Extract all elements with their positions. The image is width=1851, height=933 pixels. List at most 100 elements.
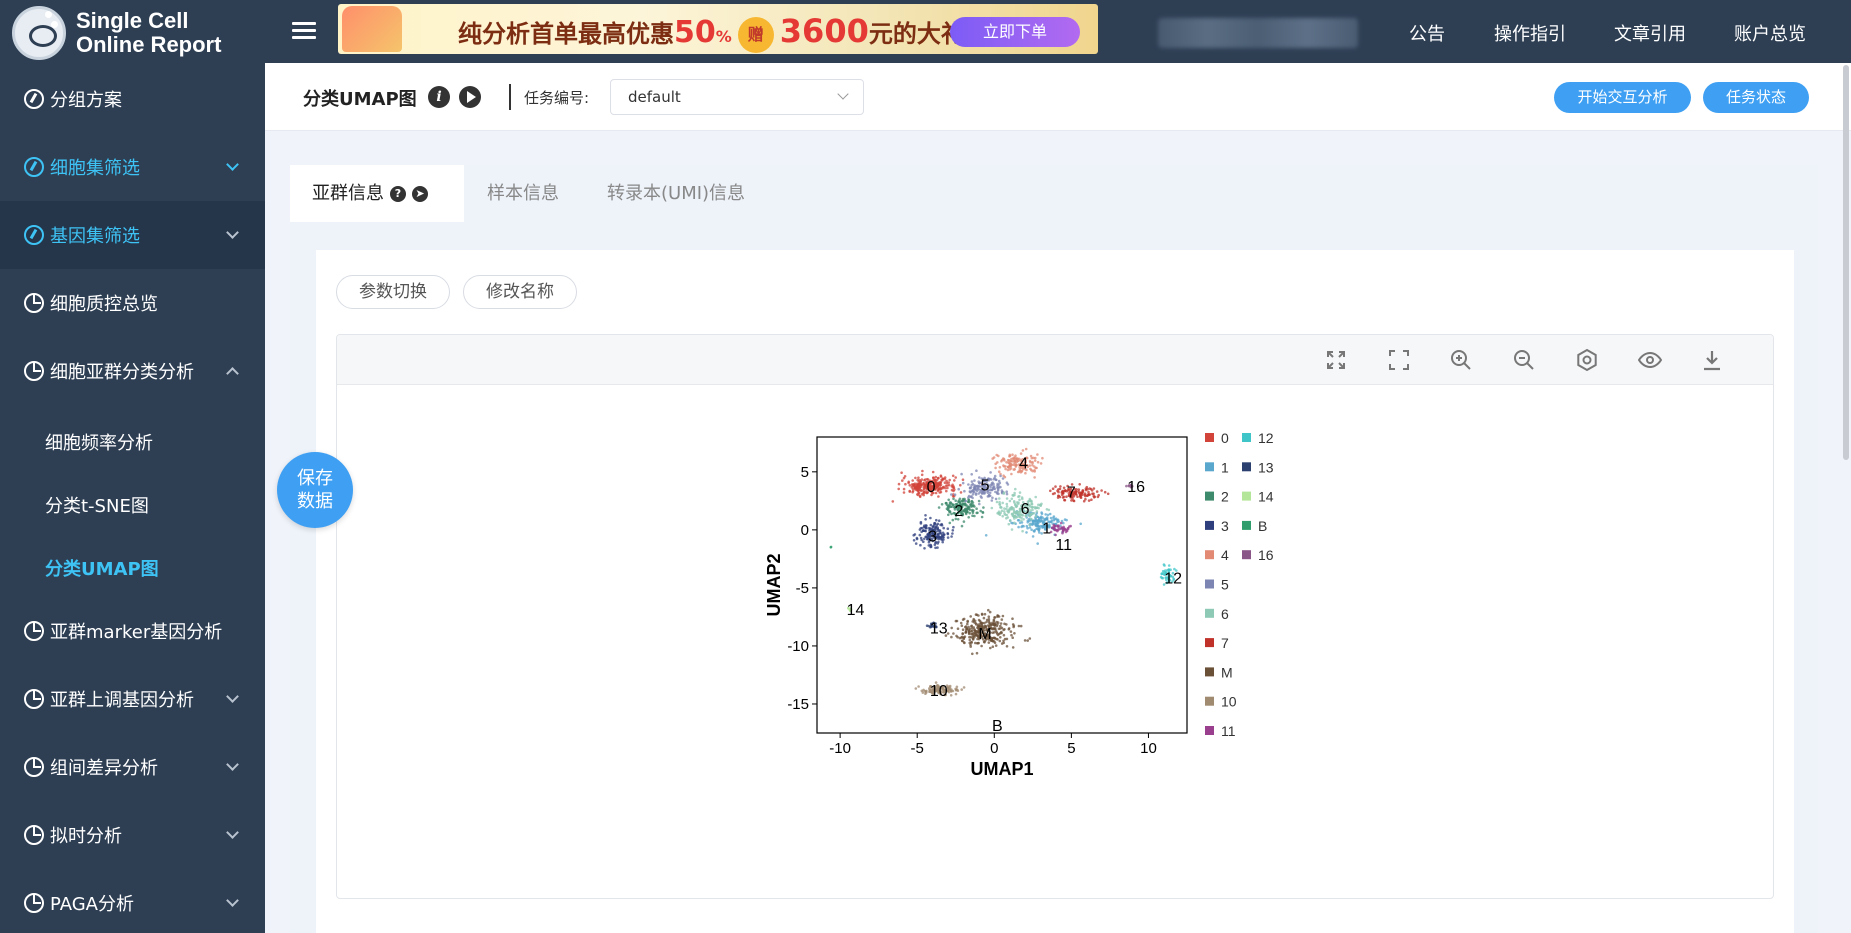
cluster-6-point <box>1009 519 1012 522</box>
eye-icon[interactable] <box>1638 348 1662 372</box>
cluster-12-point <box>1160 572 1164 575</box>
gift-icon: 赠 <box>737 17 774 53</box>
cluster-1-point <box>1020 525 1023 529</box>
cluster-6-point <box>1030 512 1033 516</box>
cluster-M-point <box>966 619 969 623</box>
nav-citation[interactable]: 文章引用 <box>1614 20 1686 46</box>
sidebar-item-label: 拟时分析 <box>50 826 122 847</box>
pointer-icon[interactable]: ➤ <box>412 186 428 202</box>
sidebar-subitem-umap[interactable]: 分类UMAP图 <box>45 555 159 581</box>
sidebar-item-paga[interactable]: PAGA分析 <box>0 869 265 933</box>
cluster-M-point <box>998 639 1002 643</box>
tab-umi-info[interactable]: 转录本(UMI)信息 <box>607 165 745 222</box>
cluster-2-point <box>972 509 975 512</box>
banner-amount: 3600 <box>779 12 869 50</box>
cluster-1-point <box>1036 527 1039 530</box>
nav-account[interactable]: 账户总览 <box>1734 20 1806 46</box>
cluster-5-point <box>999 485 1002 489</box>
cluster-3-point <box>924 518 927 521</box>
cluster-5-point <box>978 502 981 506</box>
cluster-M-point <box>1011 646 1015 649</box>
cluster-6-point <box>1015 510 1019 513</box>
cluster-2-point <box>950 505 954 508</box>
promo-banner[interactable]: 纯分析首单最高优惠50% 赠 3600元的大礼包! 立即下单 <box>338 4 1098 54</box>
cluster-M-point <box>969 615 972 618</box>
order-now-button[interactable]: 立即下单 <box>950 17 1080 47</box>
cluster-5-point <box>980 496 983 499</box>
sidebar-item-subcluster[interactable]: 细胞亚群分类分析 <box>0 337 265 405</box>
cluster-0-point <box>908 484 912 487</box>
task-status-button[interactable]: 任务状态 <box>1703 82 1809 113</box>
cluster-2-point <box>940 503 944 506</box>
page-scrollbar[interactable] <box>1843 65 1849 460</box>
legend: 01234567M1011121314B16 <box>1205 430 1274 739</box>
sidebar: 分组方案 细胞集筛选 基因集筛选 细胞质控总览 细胞亚群分类分析 细胞频率分析 … <box>0 63 265 933</box>
cluster-2-point <box>948 521 952 525</box>
cluster-M-point <box>967 625 970 629</box>
cluster-5-point <box>970 473 973 476</box>
cluster-label: 1 <box>1042 521 1051 538</box>
cluster-label: 12 <box>1164 570 1182 587</box>
sidebar-item-gene-filter[interactable]: 基因集筛选 <box>0 201 265 269</box>
cluster-5-point <box>989 485 992 489</box>
play-icon[interactable] <box>459 86 481 108</box>
task-select[interactable]: default <box>610 79 864 115</box>
sidebar-item-upregulated[interactable]: 亚群上调基因分析 <box>0 665 265 733</box>
cluster-5-point <box>999 474 1002 478</box>
cluster-4-point <box>1014 463 1017 467</box>
nav-guide[interactable]: 操作指引 <box>1494 20 1566 46</box>
cluster-11-point <box>1064 530 1068 534</box>
umap-chart[interactable]: -10 -5 0 5 10 50-5-10-15 0 547 162 61113121413 M… <box>337 385 1773 898</box>
legend-swatch <box>1205 579 1214 589</box>
info-icon[interactable]: i <box>428 86 450 108</box>
sidebar-item-diff[interactable]: 组间差异分析 <box>0 733 265 801</box>
fit-screen-icon[interactable] <box>1324 348 1348 372</box>
sidebar-subitem-frequency[interactable]: 细胞频率分析 <box>45 429 153 455</box>
cluster-M-point <box>977 614 980 617</box>
cluster-M-point <box>962 617 966 621</box>
settings-icon[interactable] <box>1575 348 1599 372</box>
cluster-4-point <box>996 461 999 464</box>
cluster-6-point <box>1028 523 1031 527</box>
cluster-M-point <box>960 639 964 642</box>
sidebar-subitem-tsne[interactable]: 分类t-SNE图 <box>45 492 149 518</box>
download-icon[interactable] <box>1700 348 1724 372</box>
pie-chart-icon <box>24 757 44 777</box>
sidebar-item-qc[interactable]: 细胞质控总览 <box>0 269 265 337</box>
tab-subcluster-info[interactable]: 亚群信息? ➤ <box>290 165 464 222</box>
cluster-2-point <box>977 499 981 503</box>
cluster-2-point <box>975 507 978 510</box>
nav-announcement[interactable]: 公告 <box>1409 20 1445 46</box>
sidebar-item-cell-filter[interactable]: 细胞集筛选 <box>0 133 265 201</box>
menu-toggle-icon[interactable] <box>292 22 316 40</box>
param-switch-button[interactable]: 参数切换 <box>336 275 450 309</box>
cluster-M-point <box>996 614 999 617</box>
start-interactive-button[interactable]: 开始交互分析 <box>1554 82 1691 113</box>
sidebar-item-pseudotime[interactable]: 拟时分析 <box>0 801 265 869</box>
sidebar-item-marker[interactable]: 亚群marker基因分析 <box>0 597 265 665</box>
sidebar-item-grouping[interactable]: 分组方案 <box>0 65 265 133</box>
zoom-in-icon[interactable] <box>1449 348 1473 372</box>
cluster-0-point <box>902 491 906 494</box>
cluster-M-point <box>983 612 987 616</box>
cluster-6-point <box>1011 512 1014 516</box>
cluster-label: 7 <box>1067 485 1076 502</box>
cluster-M-point <box>1003 628 1006 631</box>
tab-sample-info[interactable]: 样本信息 <box>487 165 559 222</box>
cluster-4-point <box>998 466 1002 469</box>
cluster-7-point <box>1095 490 1099 493</box>
cluster-M-point <box>1019 624 1023 628</box>
cluster-6-point <box>1013 491 1016 495</box>
cluster-3-point <box>918 533 922 537</box>
help-icon[interactable]: ? <box>390 186 406 202</box>
cluster-6-point <box>1013 514 1017 518</box>
fullscreen-icon[interactable] <box>1387 348 1411 372</box>
rename-button[interactable]: 修改名称 <box>463 275 577 309</box>
app-logo[interactable]: Single Cell Online Report <box>12 6 221 60</box>
pie-chart-icon <box>24 825 44 845</box>
zoom-out-icon[interactable] <box>1512 348 1536 372</box>
cluster-11-point <box>1059 521 1063 525</box>
legend-label: 2 <box>1221 489 1229 505</box>
save-data-button[interactable]: 保存 数据 <box>277 452 353 528</box>
cluster-5-point <box>1001 477 1005 480</box>
